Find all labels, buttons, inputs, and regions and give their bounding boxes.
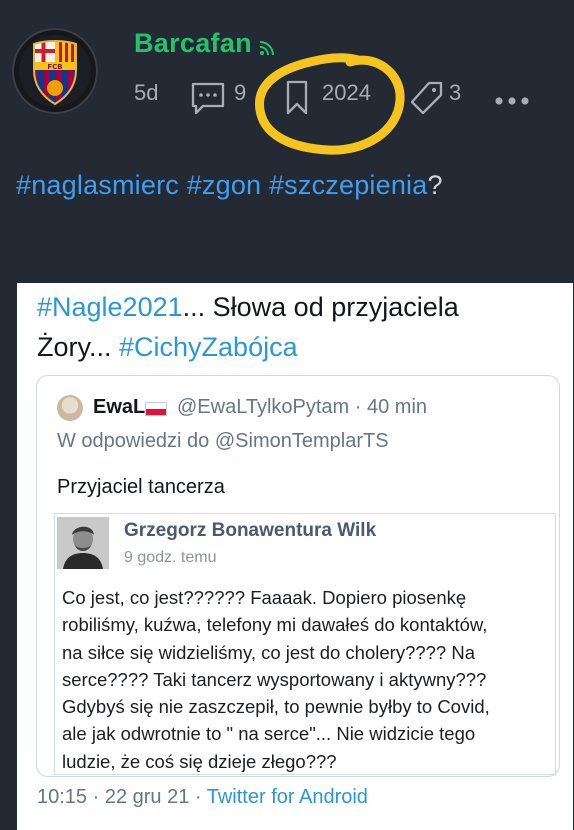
tweet-date: 10:15 · 22 gru 21 · <box>37 786 207 808</box>
facebook-post-line: robiliśmy, kuźwa, telefony mi dawałeś do… <box>62 614 488 636</box>
share-count: 3 <box>449 80 462 105</box>
facebook-post-line: Co jest, co jest?????? Faaaak. Dopiero p… <box>62 587 467 608</box>
quoted-author-name[interactable]: EwaL <box>93 396 145 419</box>
tweet-timestamp: 10:15 · 22 gru 21 · Twitter for Android <box>37 786 368 809</box>
hashtag-link[interactable]: #naglasmierc <box>16 170 179 200</box>
post-hashtags: #naglasmierc #zgon #szczepienia? <box>16 170 443 201</box>
highlight-circle-annotation <box>255 53 405 155</box>
quoted-author-avatar[interactable] <box>57 395 83 421</box>
author-username[interactable]: Barcafan <box>134 28 252 59</box>
crest-letters: FCB <box>47 63 62 71</box>
facebook-post-text: Co jest, co jest?????? Faaaak. Dopiero p… <box>62 584 552 775</box>
comment-icon[interactable] <box>190 80 226 116</box>
facebook-author-name: Grzegorz Bonawentura Wilk <box>124 520 377 541</box>
facebook-post-line: serce???? Taki tancerz wysportowany i ak… <box>62 668 487 690</box>
tweet-hashtag[interactable]: #Nagle2021 <box>37 292 183 322</box>
quoted-tweet-body: Przyjaciel tancerza <box>57 476 225 498</box>
facebook-author-avatar <box>57 517 109 569</box>
reply-context: W odpowiedzi do @SimonTemplarTS <box>57 430 389 453</box>
facebook-post-line: ludzie, że coś się dzieje złego??? <box>62 750 337 772</box>
facebook-post-time: 9 godz. temu <box>124 549 217 566</box>
tweet-hashtag[interactable]: #CichyZabójca <box>119 332 298 362</box>
hashtag-link[interactable]: #szczepienia <box>269 170 428 200</box>
reply-to-handle[interactable]: @SimonTemplarTS <box>215 430 389 452</box>
comment-count: 9 <box>234 80 247 105</box>
tweet-text-fragment: Żory... <box>37 332 120 362</box>
tweet-client-link[interactable]: Twitter for Android <box>207 786 368 808</box>
embedded-tweet-image[interactable]: #Nagle2021... Słowa od przyjaciela Żory.… <box>17 283 573 830</box>
fc-barcelona-crest-icon: FCB <box>19 35 91 107</box>
share-tag-icon[interactable] <box>410 80 444 116</box>
more-options-icon[interactable] <box>494 96 530 106</box>
author-avatar[interactable]: FCB <box>12 28 98 114</box>
facebook-post-line: na siłce się widzieliśmy, co jest do cho… <box>62 641 476 663</box>
reply-prefix: W odpowiedzi do <box>57 430 215 452</box>
tweet-text: #Nagle2021... Słowa od przyjaciela Żory.… <box>37 287 567 367</box>
hashtag-suffix: ? <box>427 170 443 200</box>
quoted-author-handle: @EwaLTylkoPytam · 40 min <box>177 396 428 418</box>
facebook-post-line: Gdybyś się nie zaszczepił, to pewnie był… <box>62 696 490 718</box>
tweet-text-fragment: ... Słowa od przyjaciela <box>182 292 459 322</box>
post-age: 5d <box>134 80 159 105</box>
hashtag-link[interactable]: #zgon <box>187 170 262 200</box>
facebook-post-line: ale jak odwrotnie to " na serce"... Nie … <box>62 723 476 745</box>
poland-flag-icon <box>145 402 167 416</box>
quoted-tweet[interactable]: EwaL @EwaLTylkoPytam · 40 min W odpowied… <box>36 375 560 777</box>
facebook-post-screenshot: Grzegorz Bonawentura Wilk 9 godz. temu C… <box>54 513 556 775</box>
